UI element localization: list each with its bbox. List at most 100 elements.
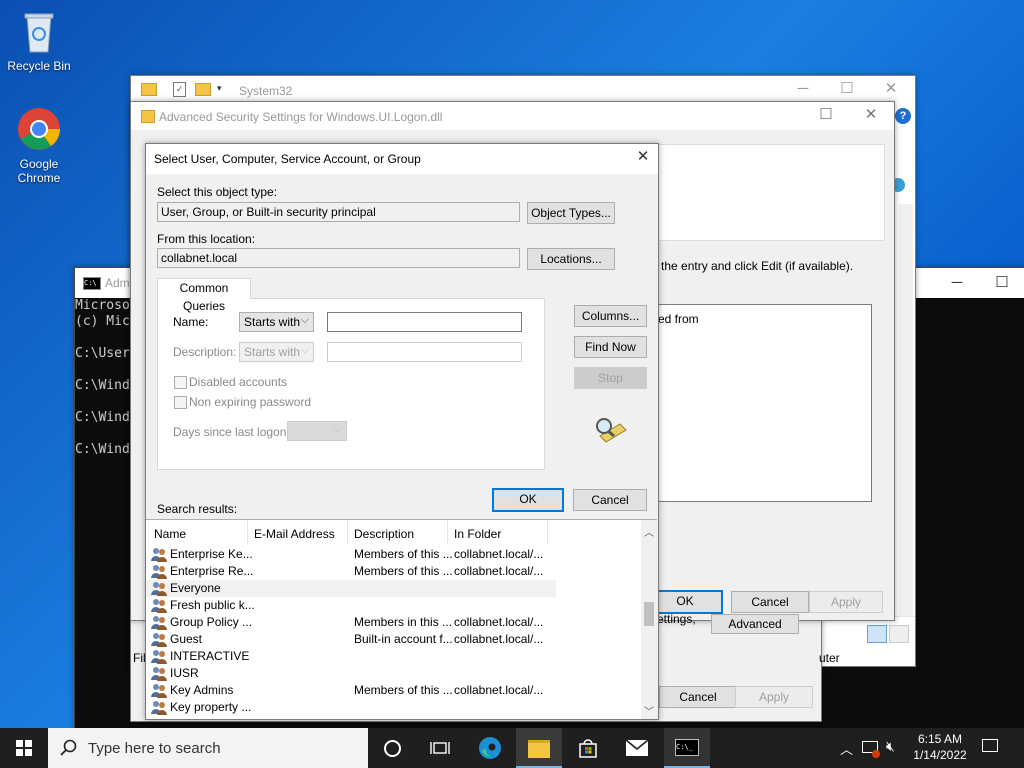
find-now-button[interactable]: Find Now (574, 336, 647, 358)
folder-icon (141, 83, 157, 96)
column-divider (447, 520, 448, 544)
description-input[interactable] (327, 342, 522, 362)
explorer-right-scrollbar[interactable] (899, 204, 913, 664)
table-row[interactable]: Enterprise Ke... Members of this ... colla… (146, 546, 556, 563)
description-mode-select[interactable]: Starts with ⌵ (239, 342, 314, 362)
view-tiles-icon[interactable] (889, 625, 909, 643)
chrome-label-line2: Chrome (17, 171, 61, 185)
cmd-taskbar-button[interactable]: C:\_ (664, 728, 710, 768)
adv-advanced-button[interactable]: Advanced (711, 614, 799, 634)
cell-folder: collabnet.local/... (454, 683, 544, 697)
cell-name: INTERACTIVE (170, 649, 250, 663)
column-header-name[interactable]: Name (154, 527, 186, 541)
recycle-bin-desktop-icon[interactable]: Recycle Bin (4, 8, 74, 73)
table-row[interactable]: INTERACTIVE (146, 648, 556, 665)
name-label: Name: (173, 315, 209, 329)
scroll-down-icon[interactable]: ﹀ (644, 703, 654, 718)
cmd-line (75, 394, 130, 410)
file-explorer-taskbar-button[interactable] (516, 728, 562, 768)
cell-folder: collabnet.local/... (454, 564, 544, 578)
properties-computer-fragment: uter (819, 651, 840, 665)
location-label: From this location: (157, 232, 256, 246)
notification-center-icon[interactable] (982, 739, 998, 752)
results-rows: Enterprise Ke... Members of this ... colla… (146, 546, 641, 719)
tab-common-queries[interactable]: Common Queries (157, 278, 251, 313)
cmd-output: Microso (c) Mic C:\User C:\Wind C:\Wind … (75, 298, 130, 458)
quick-access-dropdown-icon[interactable]: ▾ (217, 83, 222, 94)
adv-cancel-button[interactable]: Cancel (731, 591, 809, 613)
results-scrollbar[interactable]: ︿ ﹀ (641, 520, 657, 719)
cmd-minimize-button[interactable]: ─ (935, 268, 979, 298)
table-row[interactable]: IUSR (146, 665, 556, 682)
name-mode-select[interactable]: Starts with ⌵ (239, 312, 314, 332)
non-expiring-password-checkbox[interactable] (174, 396, 187, 409)
object-types-button[interactable]: Object Types... (527, 202, 615, 224)
column-header-description[interactable]: Description (354, 527, 414, 541)
column-header-email[interactable]: E-Mail Address (254, 527, 335, 541)
scroll-up-icon[interactable]: ︿ (644, 524, 654, 539)
dialog-close-button[interactable]: ✕ (621, 142, 665, 172)
explorer-titlebar[interactable]: ✓ ▾ System32 ─ ☐ ✕ (131, 76, 915, 104)
user-group-icon (151, 650, 167, 664)
start-button[interactable] (0, 728, 48, 768)
description-mode-value: Starts with (244, 345, 301, 359)
adv-titlebar[interactable]: Advanced Security Settings for Windows.U… (131, 102, 894, 130)
cmd-maximize-button[interactable]: ☐ (980, 268, 1024, 298)
user-group-icon (151, 582, 167, 596)
cortana-icon (383, 740, 401, 757)
mail-taskbar-button[interactable] (614, 728, 660, 768)
chrome-icon (18, 108, 60, 150)
search-results-list[interactable]: Name E-Mail Address Description In Folde… (146, 519, 657, 719)
table-row[interactable]: Key property ... (146, 699, 556, 716)
non-expiring-password-label: Non expiring password (189, 395, 312, 409)
name-input[interactable] (327, 312, 522, 332)
chrome-desktop-icon[interactable]: Google Chrome (4, 106, 74, 185)
stop-button[interactable]: Stop (574, 367, 647, 389)
table-row[interactable]: Everyone (146, 580, 556, 597)
adv-settings-fragment: ettings, (657, 612, 696, 626)
store-taskbar-button[interactable] (566, 728, 610, 768)
disabled-accounts-label: Disabled accounts (189, 375, 288, 389)
dialog-titlebar[interactable]: Select User, Computer, Service Account, … (146, 144, 658, 174)
dialog-ok-button[interactable]: OK (492, 488, 564, 512)
column-divider (247, 520, 248, 544)
cell-name: Everyone (170, 581, 221, 595)
adv-close-button[interactable]: ✕ (849, 100, 893, 130)
cell-name: Key property ... (170, 700, 252, 714)
help-icon[interactable]: ? (895, 108, 911, 124)
adv-permission-list[interactable]: ed from (657, 304, 872, 502)
chevron-down-icon: ⌵ (300, 344, 309, 356)
table-row[interactable]: Key Admins Members of this ... collabnet.l… (146, 682, 556, 699)
volume-muted-icon[interactable]: 🔇︎ (886, 738, 895, 755)
table-row[interactable]: Guest Built-in account f... collabnet.loca… (146, 631, 556, 648)
locations-button[interactable]: Locations... (527, 248, 615, 270)
table-row[interactable]: Group Policy ... Members in this ... colla… (146, 614, 556, 631)
column-header-in-folder[interactable]: In Folder (454, 527, 501, 541)
days-since-logon-select[interactable]: ⌵ (287, 421, 347, 441)
chevron-down-icon: ⌵ (333, 423, 342, 435)
location-field: collabnet.local (157, 248, 520, 268)
task-view-button[interactable] (418, 728, 462, 768)
dialog-cancel-button[interactable]: Cancel (573, 489, 647, 511)
table-row[interactable]: Enterprise Re... Members of this ... colla… (146, 563, 556, 580)
view-details-icon[interactable] (867, 625, 887, 643)
scroll-thumb[interactable] (644, 602, 654, 626)
explorer-title: System32 (239, 84, 293, 98)
show-hidden-icons-chevron-icon[interactable]: ︿ (840, 739, 853, 758)
properties-icon: ✓ (173, 82, 186, 97)
cortana-button[interactable] (370, 728, 414, 768)
disabled-accounts-checkbox[interactable] (174, 376, 187, 389)
cmd-line: (c) Mic (75, 314, 130, 329)
taskbar-search-box[interactable]: Type here to search (48, 728, 368, 768)
edge-taskbar-button[interactable] (468, 728, 512, 768)
object-type-label: Select this object type: (157, 185, 278, 199)
clock[interactable]: 6:15 AM 1/14/2022 (905, 731, 975, 763)
select-user-dialog[interactable]: Select User, Computer, Service Account, … (145, 143, 659, 720)
columns-button[interactable]: Columns... (574, 305, 647, 327)
adv-apply-button[interactable]: Apply (809, 591, 883, 613)
properties-cancel-button[interactable]: Cancel (659, 686, 737, 708)
properties-apply-button[interactable]: Apply (735, 686, 813, 708)
table-row[interactable]: Fresh public k... (146, 597, 556, 614)
store-bag-icon (579, 739, 597, 758)
adv-maximize-button[interactable]: ☐ (804, 100, 848, 130)
